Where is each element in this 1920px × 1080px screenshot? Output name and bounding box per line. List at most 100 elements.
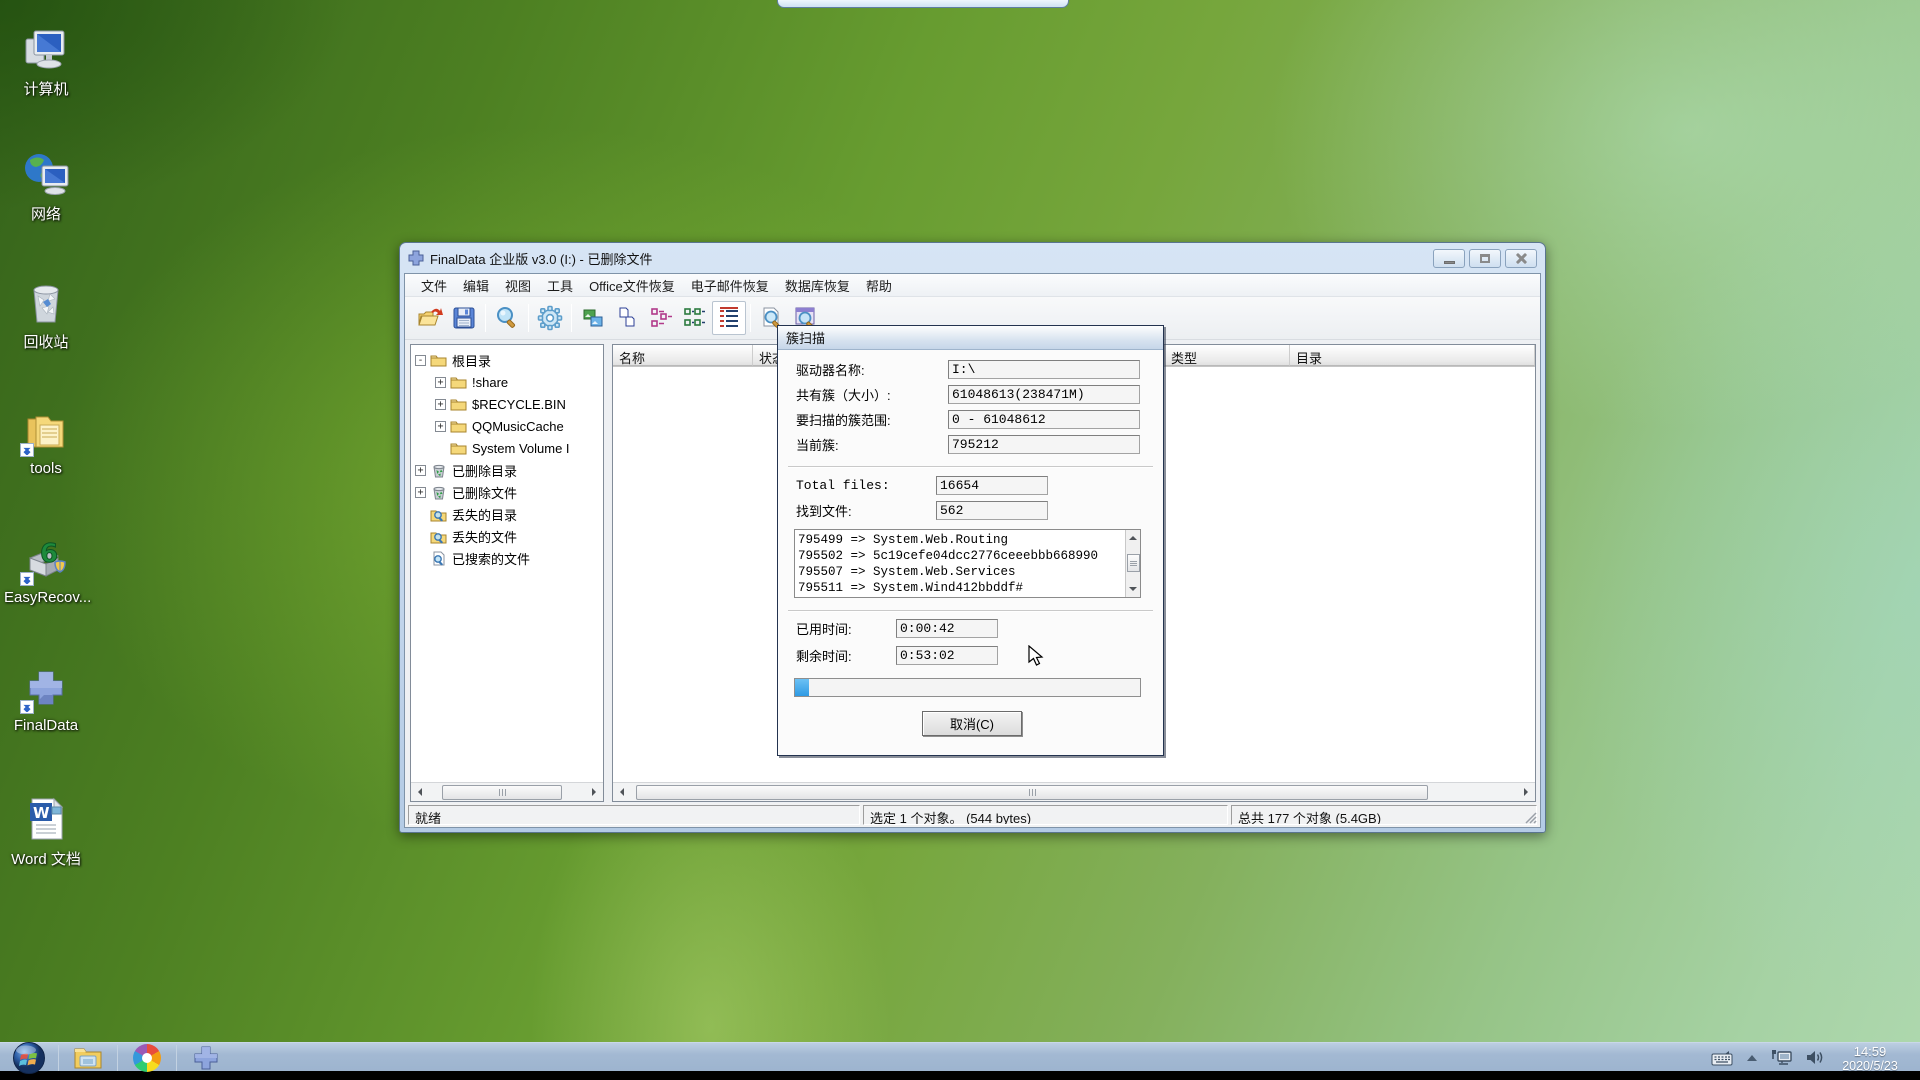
search-icon[interactable] [490, 301, 524, 335]
elapsed-time-value: 0:00:42 [896, 619, 998, 638]
taskbar-explorer-button[interactable] [59, 1043, 117, 1072]
scroll-left-arrow-icon[interactable] [613, 784, 630, 801]
menu-edit[interactable]: 编辑 [455, 274, 497, 297]
preview-images-icon[interactable] [576, 301, 610, 335]
total-files-label: Total files: [796, 478, 936, 493]
menu-file[interactable]: 文件 [413, 274, 455, 297]
scroll-right-arrow-icon[interactable] [586, 784, 603, 801]
copy-pages-icon[interactable] [610, 301, 644, 335]
taskbar: 14:59 2020/5/23 [0, 1042, 1920, 1071]
tree-item-share[interactable]: + !share [415, 371, 603, 393]
scrollbar-thumb[interactable] [636, 785, 1428, 800]
desktop-icon-recycle-bin[interactable]: 回收站 [4, 278, 88, 352]
scrollbar-thumb[interactable] [1127, 554, 1140, 572]
desktop-icon-easyrecovery[interactable]: 6 EasyRecov... [4, 536, 88, 606]
menu-database-recovery[interactable]: 数据库恢复 [777, 274, 858, 297]
tree-item-system-volume[interactable]: System Volume I [415, 437, 603, 459]
menubar: 文件 编辑 视图 工具 Office文件恢复 电子邮件恢复 数据库恢复 帮助 [405, 274, 1540, 297]
deleted-dir-icon [430, 463, 447, 477]
searched-file-icon [430, 551, 447, 565]
drive-name-label: 驱动器名称: [796, 360, 948, 379]
network-status-icon[interactable] [1771, 1049, 1793, 1067]
scrollbar-track[interactable] [630, 784, 1518, 801]
resize-grip-icon[interactable] [1524, 811, 1538, 825]
tree-item-label: 根目录 [452, 351, 491, 370]
scrollbar-track[interactable] [428, 784, 586, 801]
tree-horizontal-scrollbar[interactable] [411, 782, 603, 801]
minimize-button[interactable] [1433, 249, 1465, 268]
menu-office-recovery[interactable]: Office文件恢复 [581, 274, 683, 297]
expand-expander-icon[interactable]: + [415, 487, 426, 498]
close-button[interactable] [1505, 249, 1537, 268]
shortcut-arrow-icon [20, 443, 34, 457]
column-header-type[interactable]: 类型 [1165, 345, 1290, 366]
taskbar-finaldata-button[interactable] [177, 1043, 235, 1072]
list-horizontal-scrollbar[interactable] [613, 782, 1535, 801]
scrollbar-thumb[interactable] [442, 785, 562, 800]
toolbar-separator [750, 304, 751, 332]
tree-item-searched-files[interactable]: 已搜索的文件 [415, 547, 603, 569]
small-icons-view-icon[interactable] [644, 301, 678, 335]
input-method-icon[interactable] [1711, 1050, 1733, 1066]
log-vertical-scrollbar[interactable] [1125, 530, 1140, 597]
collapse-expander-icon[interactable]: - [415, 355, 426, 366]
start-button[interactable] [0, 1043, 58, 1072]
folder-icon [450, 397, 467, 411]
settings-gear-icon[interactable] [533, 301, 567, 335]
scroll-right-arrow-icon[interactable] [1518, 784, 1535, 801]
menu-view[interactable]: 视图 [497, 274, 539, 297]
tree-item-recycle-bin-folder[interactable]: + $RECYCLE.BIN [415, 393, 603, 415]
scan-log-listbox[interactable]: 795499 => System.Web.Routing 795502 => 5… [794, 529, 1141, 598]
desktop-icon-tools[interactable]: tools [4, 407, 88, 477]
minimize-icon [1444, 261, 1455, 264]
window-title: FinalData 企业版 v3.0 (I:) - 已删除文件 [430, 249, 652, 268]
show-hidden-icons-arrow[interactable] [1745, 1053, 1759, 1063]
browser-icon [133, 1044, 161, 1072]
dialog-separator [788, 466, 1153, 468]
drive-name-value: I:\ [948, 360, 1140, 379]
expand-expander-icon[interactable]: + [415, 465, 426, 476]
expand-expander-icon[interactable]: + [435, 399, 446, 410]
menu-tools[interactable]: 工具 [539, 274, 581, 297]
taskbar-browser-button[interactable] [118, 1043, 176, 1072]
cluster-scan-dialog: 簇扫描 驱动器名称: I:\ 共有簇（大小）: 61048613(238471M… [777, 325, 1164, 756]
tree-item-label: 已删除文件 [452, 483, 517, 502]
tree-item-qqmusiccache[interactable]: + QQMusicCache [415, 415, 603, 437]
tree-item-label: !share [472, 375, 508, 390]
easyrecovery-shortcut-icon: 6 [22, 536, 70, 584]
tree-item-deleted-dirs[interactable]: + 已删除目录 [415, 459, 603, 481]
icon-grid-view-icon[interactable] [678, 301, 712, 335]
menu-email-recovery[interactable]: 电子邮件恢复 [683, 274, 777, 297]
scroll-down-arrow-icon[interactable] [1126, 582, 1140, 597]
detail-list-view-icon[interactable] [712, 301, 746, 335]
desktop-icon-label: Word 文档 [4, 848, 88, 869]
desktop-icon-word-doc[interactable]: W Word 文档 [4, 795, 88, 869]
tree-item-lost-dirs[interactable]: 丢失的目录 [415, 503, 603, 525]
volume-icon[interactable] [1805, 1049, 1825, 1066]
column-header-name[interactable]: 名称 [613, 345, 753, 366]
scroll-left-arrow-icon[interactable] [411, 784, 428, 801]
cancel-button[interactable]: 取消(C) [922, 711, 1022, 736]
desktop-icon-network[interactable]: 网络 [4, 150, 88, 224]
desktop-icon-finaldata[interactable]: FinalData [4, 664, 88, 734]
maximize-button[interactable] [1469, 249, 1501, 268]
expand-expander-icon[interactable]: + [435, 377, 446, 388]
network-icon [22, 150, 70, 198]
remaining-time-value: 0:53:02 [896, 646, 998, 665]
desktop-icon-computer[interactable]: 计算机 [4, 25, 88, 99]
tree-item-deleted-files[interactable]: + 已删除文件 [415, 481, 603, 503]
tree-item-root[interactable]: - 根目录 [415, 349, 603, 371]
column-header-directory[interactable]: 目录 [1290, 345, 1535, 366]
menu-help[interactable]: 帮助 [858, 274, 900, 297]
desktop-icon-label: 计算机 [4, 78, 88, 99]
open-icon[interactable] [413, 301, 447, 335]
vm-toolbar-tab[interactable] [777, 0, 1069, 8]
window-titlebar[interactable]: FinalData 企业版 v3.0 (I:) - 已删除文件 [400, 243, 1545, 273]
tree-item-lost-files[interactable]: 丢失的文件 [415, 525, 603, 547]
expand-expander-icon[interactable]: + [435, 421, 446, 432]
save-icon[interactable] [447, 301, 481, 335]
taskbar-clock[interactable]: 14:59 2020/5/23 [1828, 1045, 1912, 1073]
log-line: 795499 => System.Web.Routing [798, 532, 1123, 548]
dialog-titlebar[interactable]: 簇扫描 [778, 326, 1163, 350]
scroll-up-arrow-icon[interactable] [1126, 530, 1140, 545]
